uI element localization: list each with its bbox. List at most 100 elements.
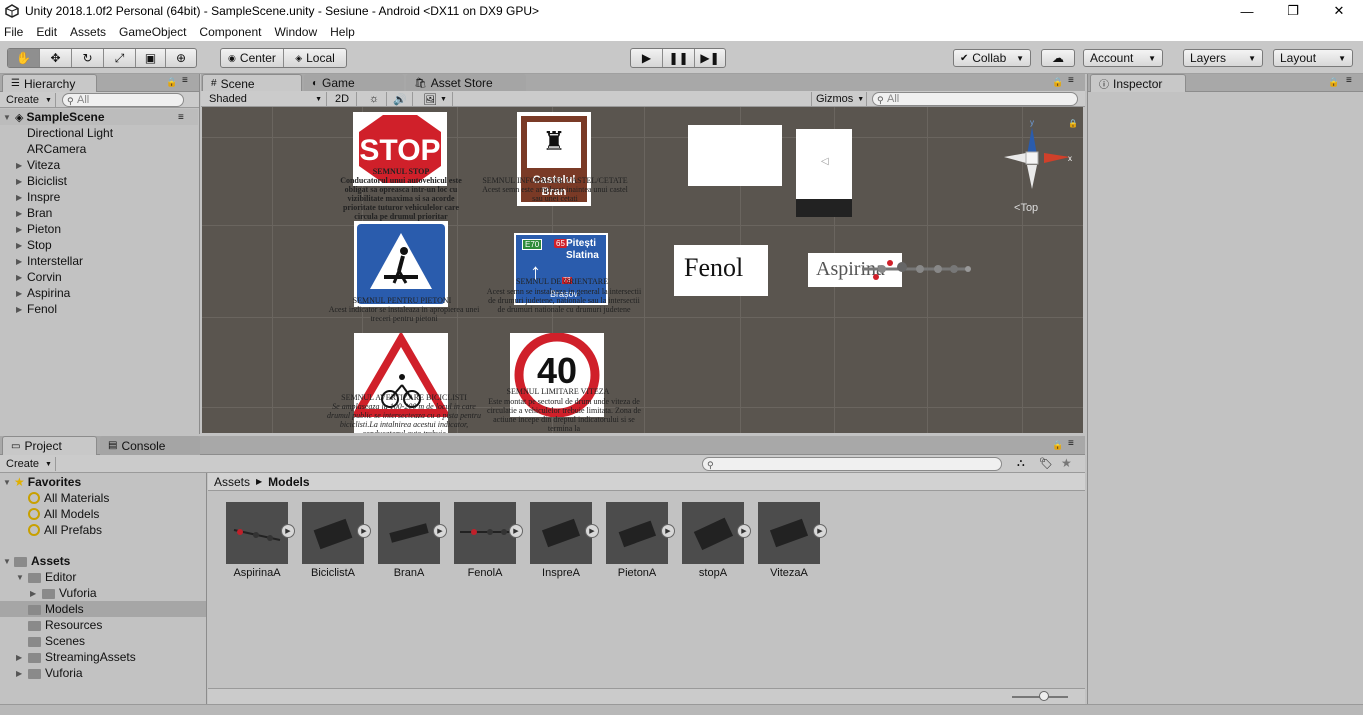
pause-button[interactable]: ❚❚	[663, 49, 695, 67]
expand-arrow-icon[interactable]: ▶	[16, 669, 22, 678]
lock-icon[interactable]: 🔒	[1052, 77, 1063, 88]
tab-game[interactable]: ◐ Game	[304, 74, 404, 92]
tab-hierarchy[interactable]: ☰ Hierarchy	[2, 74, 97, 92]
menu-window[interactable]: Window	[274, 25, 317, 39]
account-dropdown[interactable]: Account ▼	[1083, 49, 1163, 67]
pivot-center-button[interactable]: ◉ Center	[221, 49, 284, 67]
orientation-gizmo[interactable]: y x	[1000, 117, 1080, 207]
asset-thumbnail[interactable]	[606, 502, 668, 564]
hierarchy-item[interactable]: Viteza	[27, 157, 60, 173]
pedestrian-sign-plane[interactable]	[354, 221, 448, 307]
scale-tool-button[interactable]: ⤢	[104, 49, 136, 67]
gizmos-dropdown[interactable]: Gizmos ▼	[811, 92, 867, 106]
favorite-item[interactable]: All Materials	[28, 490, 109, 506]
gizmo-center-cube[interactable]	[1025, 151, 1039, 165]
tab-asset-store[interactable]: 🛍 Asset Store	[406, 74, 526, 92]
hierarchy-search-input[interactable]: ⚲ All	[62, 93, 184, 107]
rect-tool-button[interactable]: ▣	[136, 49, 166, 67]
move-tool-button[interactable]: ✥	[40, 49, 72, 67]
menu-component[interactable]: Component	[199, 25, 261, 39]
hierarchy-item[interactable]: Interstellar	[27, 253, 83, 269]
asset-thumbnail[interactable]	[226, 502, 288, 564]
gizmo-lock-icon[interactable]: 🔒	[1068, 119, 1078, 128]
poster-image-plane[interactable]: ◁	[796, 129, 852, 217]
favorite-item[interactable]: All Models	[28, 506, 99, 522]
hierarchy-item[interactable]: Corvin	[27, 269, 62, 285]
asset-label[interactable]: BiciclistA	[295, 567, 371, 579]
hierarchy-item[interactable]: Directional Light	[27, 125, 113, 141]
expand-arrow-icon[interactable]: ▶	[30, 589, 36, 598]
lock-icon[interactable]: 🔒	[1328, 77, 1339, 88]
favorite-star-icon[interactable]: ★	[1061, 456, 1072, 470]
expand-arrow-icon[interactable]: ▼	[3, 478, 11, 487]
hierarchy-create-dropdown[interactable]: Create ▼	[2, 93, 56, 107]
hierarchy-item[interactable]: Inspre	[27, 189, 60, 205]
transform-tool-button[interactable]: ⊕	[166, 49, 196, 67]
asset-expand-button[interactable]: ▶	[433, 524, 447, 538]
filter-type-icon[interactable]: ⛬	[1017, 457, 1025, 470]
rotate-tool-button[interactable]: ↻	[72, 49, 104, 67]
layout-dropdown[interactable]: Layout ▼	[1273, 49, 1353, 67]
pivot-local-button[interactable]: ◈ Local	[284, 49, 346, 67]
asset-expand-button[interactable]: ▶	[737, 524, 751, 538]
scene-view[interactable]: STOP SEMNUL STOP Conducatorul unui autov…	[202, 107, 1083, 433]
folder-item[interactable]: Resources	[28, 617, 102, 633]
expand-arrow-icon[interactable]: ▶	[16, 225, 22, 234]
asset-thumbnail[interactable]	[682, 502, 744, 564]
expand-arrow-icon[interactable]: ▶	[16, 241, 22, 250]
blank-image-plane[interactable]	[688, 125, 782, 186]
tab-scene[interactable]: # Scene	[202, 74, 302, 92]
folder-item[interactable]: StreamingAssets	[28, 649, 136, 665]
cloud-button[interactable]: ☁	[1041, 49, 1075, 67]
minimize-button[interactable]: —	[1224, 0, 1270, 22]
panel-menu-icon[interactable]: ≡	[1068, 438, 1074, 449]
menu-assets[interactable]: Assets	[70, 25, 106, 39]
asset-thumbnail[interactable]	[454, 502, 516, 564]
asset-label[interactable]: AspirinaA	[219, 567, 295, 579]
hand-tool-button[interactable]: ✋	[8, 49, 40, 67]
panel-menu-icon[interactable]: ≡	[1346, 75, 1352, 86]
expand-arrow-icon[interactable]: ▶	[16, 177, 22, 186]
shading-mode-dropdown[interactable]: Shaded ▼	[205, 92, 327, 106]
gizmo-view-label[interactable]: <Top	[1014, 202, 1038, 214]
lock-icon[interactable]: 🔒	[1052, 440, 1063, 451]
folder-item[interactable]: Vuforia	[42, 585, 97, 601]
hierarchy-item[interactable]: Fenol	[27, 301, 57, 317]
gizmo-negx-cone[interactable]	[1004, 153, 1026, 163]
expand-arrow-icon[interactable]: ▶	[16, 209, 22, 218]
scene-search-input[interactable]: ⚲ All	[872, 92, 1078, 106]
play-button[interactable]: ▶	[631, 49, 663, 67]
menu-edit[interactable]: Edit	[36, 25, 57, 39]
toggle-2d-button[interactable]: 2D	[331, 92, 357, 106]
zoom-slider-thumb[interactable]	[1039, 691, 1049, 701]
assets-header[interactable]: Assets	[14, 553, 70, 569]
folder-item[interactable]: Editor	[28, 569, 76, 585]
maximize-button[interactable]: ❐	[1270, 0, 1316, 22]
project-search-input[interactable]: ⚲	[702, 457, 1002, 471]
asset-label[interactable]: PietonA	[599, 567, 675, 579]
hierarchy-item[interactable]: Biciclist	[27, 173, 67, 189]
menu-help[interactable]: Help	[330, 25, 355, 39]
asset-expand-button[interactable]: ▶	[661, 524, 675, 538]
expand-arrow-icon[interactable]: ▶	[16, 653, 22, 662]
favorites-header[interactable]: ★ Favorites	[14, 474, 81, 490]
asset-expand-button[interactable]: ▶	[281, 524, 295, 538]
hierarchy-item[interactable]: ARCamera	[27, 141, 86, 157]
tab-inspector[interactable]: ⓘ Inspector	[1090, 74, 1186, 92]
step-button[interactable]: ▶❚	[695, 49, 725, 67]
asset-expand-button[interactable]: ▶	[813, 524, 827, 538]
expand-arrow-icon[interactable]: ▼	[3, 113, 11, 122]
filter-label-icon[interactable]: 🏷	[1039, 457, 1053, 470]
tab-console[interactable]: ▤ Console	[100, 436, 200, 455]
expand-arrow-icon[interactable]: ▶	[16, 193, 22, 202]
menu-gameobject[interactable]: GameObject	[119, 25, 186, 39]
menu-file[interactable]: File	[4, 25, 23, 39]
aspirina-molecule-model[interactable]	[842, 255, 982, 285]
asset-label[interactable]: BranA	[371, 567, 447, 579]
hierarchy-item[interactable]: Aspirina	[27, 285, 70, 301]
scene-root-item[interactable]: ▼ ◈ SampleScene ≡	[0, 109, 198, 125]
panel-menu-icon[interactable]: ≡	[182, 75, 188, 86]
lighting-toggle[interactable]: ☼	[365, 92, 387, 106]
gizmo-negy-cone[interactable]	[1027, 165, 1037, 189]
asset-expand-button[interactable]: ▶	[357, 524, 371, 538]
